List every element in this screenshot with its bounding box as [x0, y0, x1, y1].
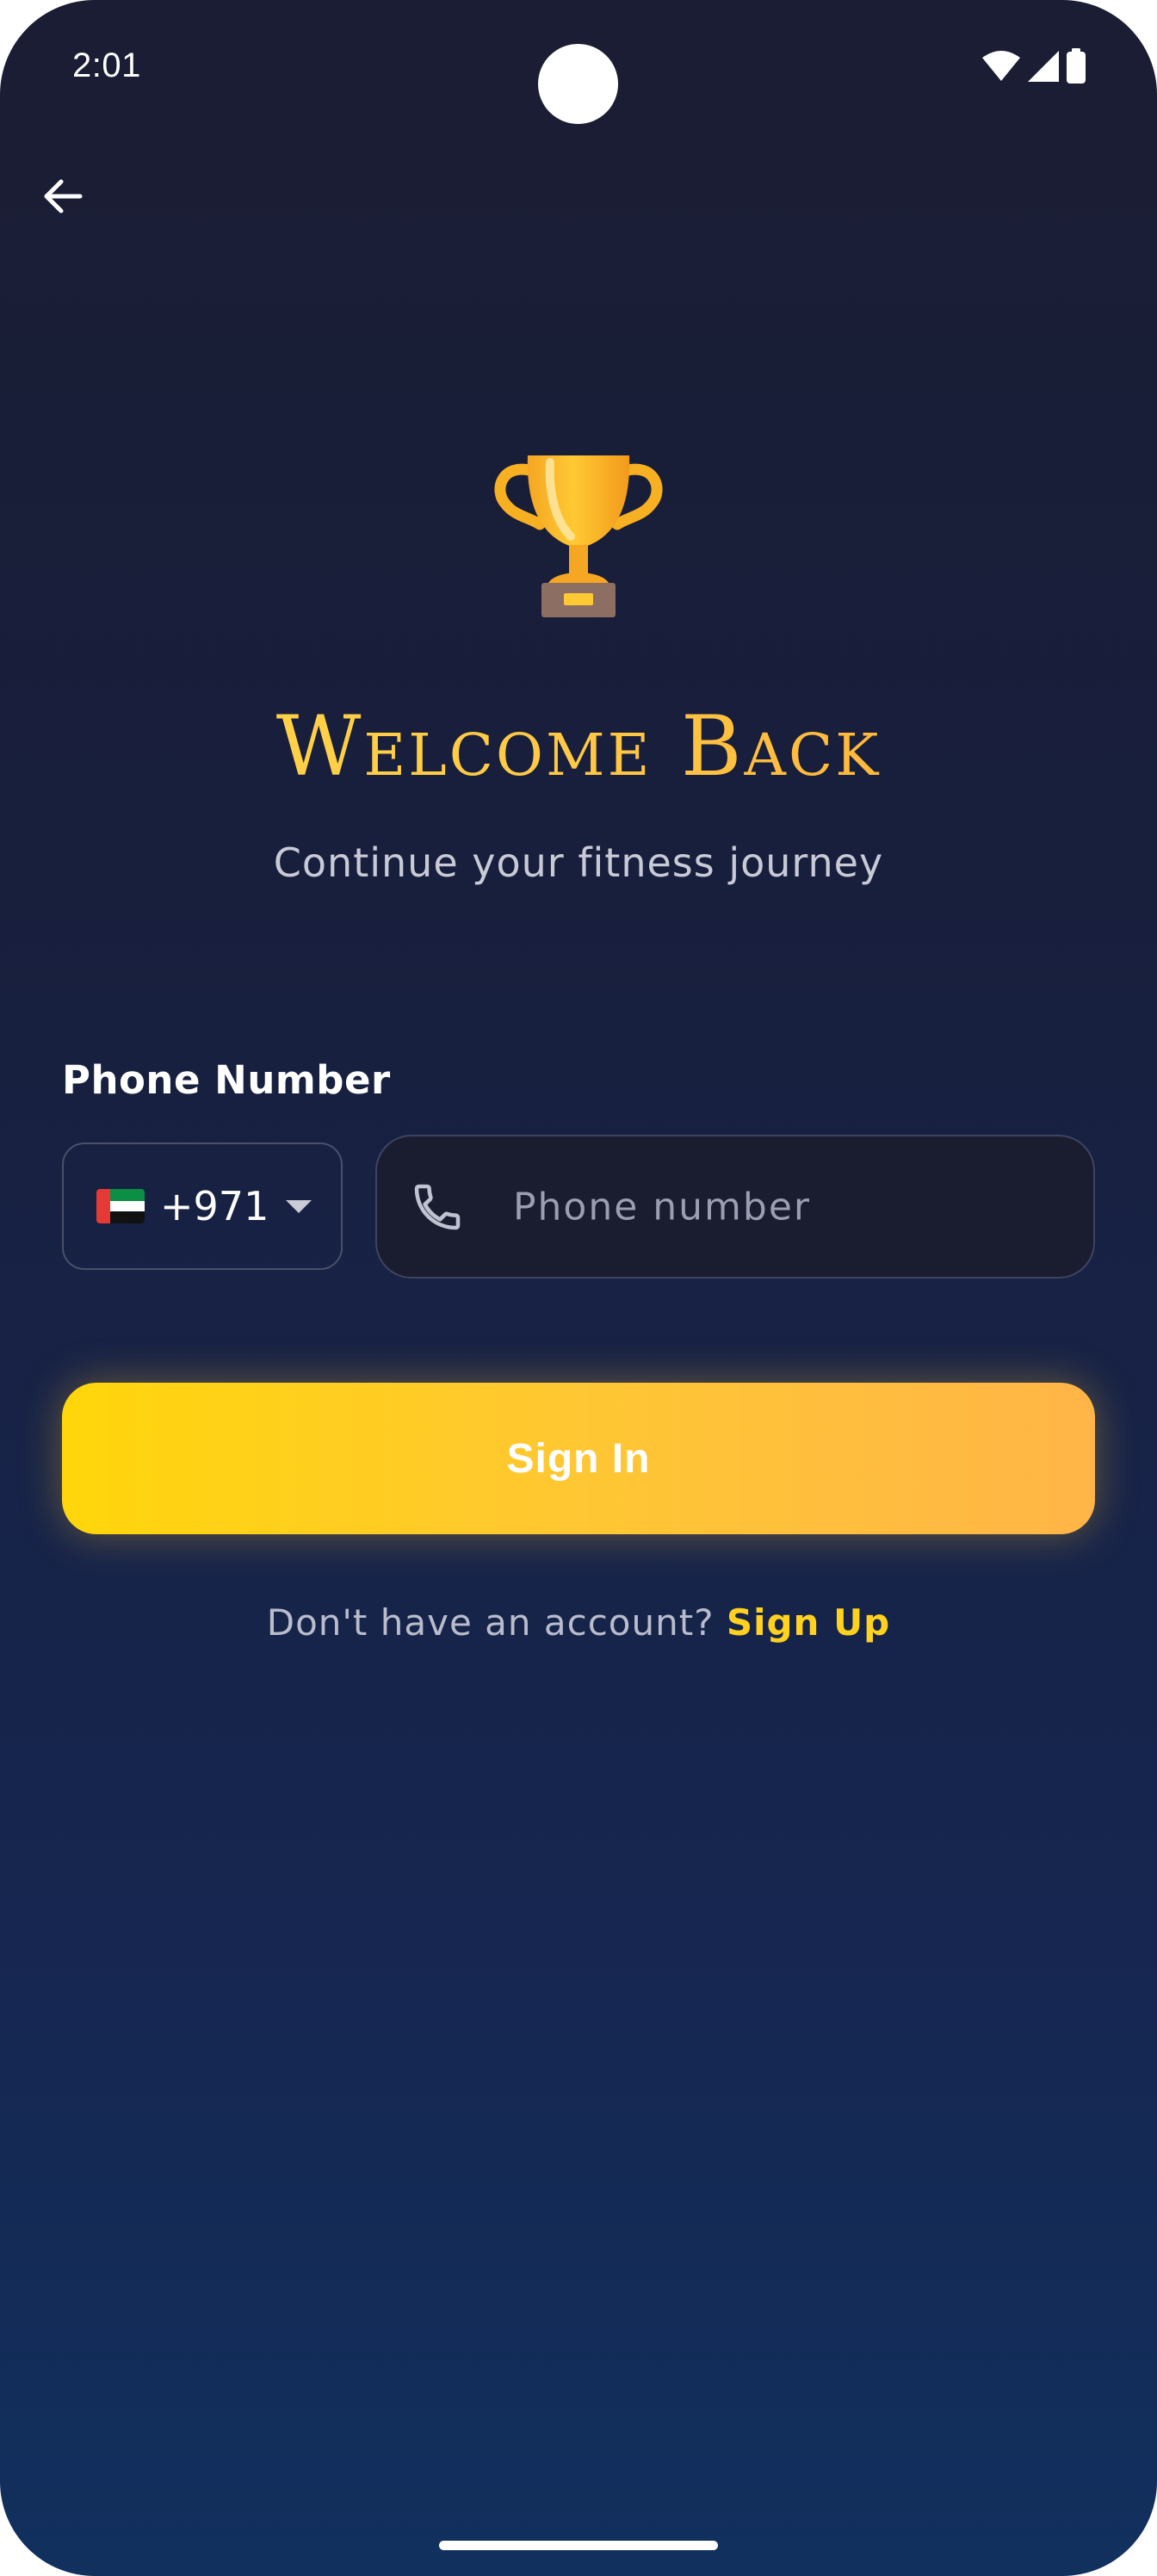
arrow-left-icon [44, 179, 83, 214]
country-code: +971 [160, 1183, 269, 1229]
phone-input[interactable] [511, 1184, 1062, 1229]
signal-icon [1028, 51, 1059, 82]
page-title: Welcome Back [0, 701, 1157, 793]
signup-prompt: Don't have an account? Sign Up [0, 1601, 1157, 1644]
sign-in-button[interactable]: Sign In [62, 1383, 1095, 1534]
country-code-selector[interactable]: +971 [62, 1142, 343, 1270]
status-icons [981, 48, 1086, 84]
phone-field[interactable] [375, 1135, 1095, 1279]
battery-icon [1067, 48, 1086, 84]
back-button[interactable] [34, 168, 91, 225]
phone-icon [414, 1184, 461, 1229]
uae-flag-icon [96, 1189, 145, 1223]
status-time: 2:01 [72, 46, 141, 84]
camera-cutout [538, 44, 618, 124]
wifi-icon [982, 51, 1020, 81]
sign-up-link[interactable]: Sign Up [727, 1601, 890, 1644]
caret-down-icon [286, 1199, 312, 1213]
sign-in-label: Sign In [506, 1435, 651, 1482]
phone-number-label: Phone Number [62, 1057, 391, 1103]
signup-question: Don't have an account? [266, 1601, 715, 1644]
home-indicator[interactable] [439, 2541, 718, 2550]
app-screen: 2:01 Welcome Back Continue your fitness … [0, 0, 1157, 2576]
trophy-icon [494, 455, 663, 617]
page-subtitle: Continue your fitness journey [273, 839, 884, 886]
